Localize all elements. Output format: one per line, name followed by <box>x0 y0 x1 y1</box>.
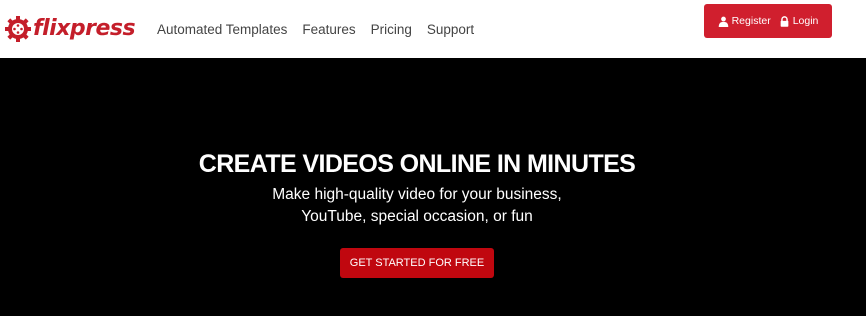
nav-item-features[interactable]: Features <box>302 21 355 39</box>
brand-name: flixpress <box>33 16 136 41</box>
hero-subtitle-line-2: YouTube, special occasion, or fun <box>301 208 533 225</box>
nav-item-support[interactable]: Support <box>427 21 474 39</box>
user-icon <box>718 16 728 27</box>
get-started-button[interactable]: GET STARTED FOR FREE <box>340 248 494 278</box>
auth-bar: Register Login <box>704 4 832 38</box>
lock-icon <box>780 15 789 27</box>
login-link[interactable]: Login <box>779 15 819 27</box>
nav-item-automated-templates[interactable]: Automated Templates <box>157 21 287 39</box>
hero-title: CREATE VIDEOS ONLINE IN MINUTES <box>198 150 636 178</box>
brand-logo[interactable]: flixpress <box>4 12 136 46</box>
login-label: Login <box>792 15 819 27</box>
main-nav: Automated Templates Features Pricing Sup… <box>157 21 474 39</box>
site-header: flixpress Automated Templates Features P… <box>0 0 866 58</box>
register-label: Register <box>731 15 771 27</box>
register-link[interactable]: Register <box>718 15 771 27</box>
nav-item-pricing[interactable]: Pricing <box>371 21 412 39</box>
hero-subtitle-line-1: Make high-quality video for your busines… <box>272 186 562 203</box>
gear-film-reel-icon <box>5 16 31 42</box>
hero-subtitle: Make high-quality video for your busines… <box>0 184 834 228</box>
